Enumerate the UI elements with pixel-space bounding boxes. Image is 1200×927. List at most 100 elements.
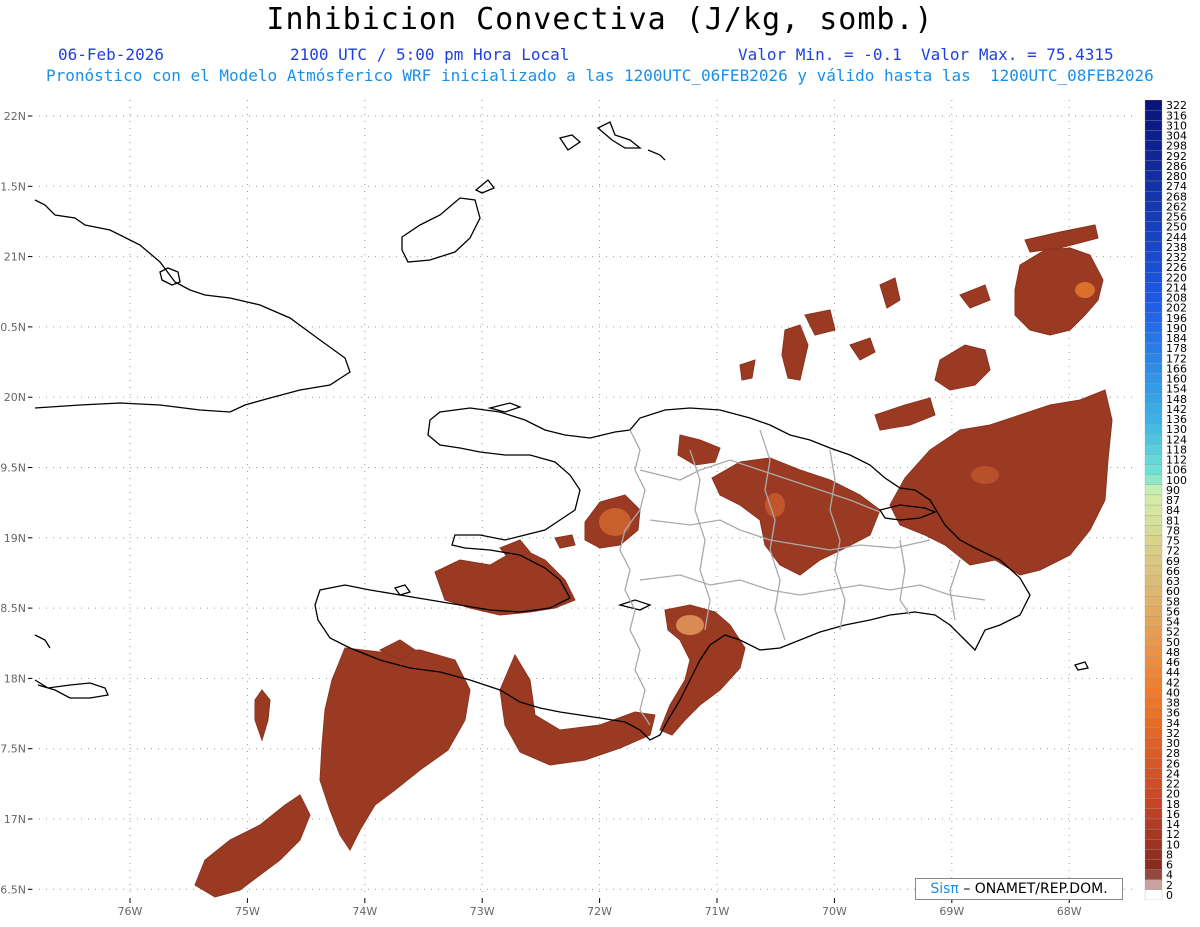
colorbar-swatch: [1144, 849, 1163, 860]
colorbar-swatch: [1144, 616, 1163, 627]
colorbar-swatch: [1144, 241, 1163, 253]
colorbar-swatch: [1144, 130, 1163, 141]
border-4: [689, 449, 711, 631]
colorbar-swatch: [1144, 454, 1163, 465]
colorbar-swatch: [1144, 758, 1163, 769]
credit-text: – ONAMET/REP.DOM.: [963, 881, 1108, 897]
colorbar-swatch: [1144, 859, 1163, 870]
colorbar-swatch: [1144, 332, 1163, 344]
lon-label: 75W: [235, 905, 260, 918]
colorbar-swatch: [1144, 302, 1163, 313]
coast-caicos-3: [647, 149, 666, 161]
cin-region-north-coast: [677, 434, 721, 466]
colorbar-swatch: [1144, 828, 1163, 840]
colorbar-swatch: [1144, 545, 1163, 556]
cin-region-central-dr: [711, 457, 881, 576]
lat-label: 19N: [4, 532, 26, 545]
lat-label: 18N: [4, 672, 26, 685]
colorbar-swatch: [1144, 474, 1163, 485]
border-haiti-dr: [619, 429, 651, 726]
lat-label: 17N: [4, 813, 26, 826]
colorbar-swatch: [1144, 150, 1163, 161]
colorbar-swatch: [1144, 687, 1163, 698]
colorbar-swatch: [1144, 170, 1163, 182]
cin-region-ne-blob2: [781, 324, 809, 381]
colorbar-swatch: [1144, 515, 1163, 526]
coast-great-inagua: [401, 197, 481, 263]
colorbar-swatch: [1144, 423, 1163, 435]
colorbar-swatch: [1144, 504, 1163, 516]
lat-label: 21N: [4, 251, 26, 264]
coast-cuba: [34, 199, 351, 413]
cin-highlight-central: [765, 493, 785, 517]
lat-label: 8.5N: [0, 602, 26, 615]
colorbar-swatch: [1144, 100, 1163, 111]
cin-region-ne-blob3: [804, 309, 836, 336]
lon-label: 76W: [118, 905, 143, 918]
coast-lake: [617, 599, 652, 611]
lat-label: 1.5N: [0, 180, 26, 193]
colorbar-swatch: [1144, 585, 1163, 597]
coast-jamaica: [34, 679, 109, 699]
coast-jamaica-w: [34, 634, 51, 649]
colorbar-swatch: [1144, 231, 1163, 242]
coast-caicos-1: [558, 134, 582, 151]
colorbar-swatch: [1144, 555, 1163, 566]
colorbar-swatch: [1144, 646, 1163, 658]
colorbar-swatch: [1144, 342, 1163, 354]
lat-label: 6.5N: [0, 883, 26, 896]
colorbar-swatch: [1144, 768, 1163, 779]
lat-label: 7.5N: [0, 743, 26, 756]
cin-region-south-arc: [499, 653, 656, 766]
colorbar-swatch: [1144, 596, 1163, 607]
colorbar-swatch: [1144, 484, 1163, 496]
colorbar-swatch: [1144, 292, 1163, 303]
colorbar: 3223163103042982922862802742682622562502…: [1144, 100, 1187, 900]
colorbar-label: 0: [1166, 889, 1173, 900]
longitude-labels: 76W 75W 74W 73W 72W 71W 70W 69W 68W: [118, 898, 1082, 918]
colorbar-swatch: [1144, 160, 1163, 172]
colorbar-swatch: [1144, 879, 1163, 891]
lat-label: 20N: [4, 391, 26, 404]
cin-region-ne-blob4: [739, 359, 756, 381]
colorbar-swatch: [1144, 666, 1163, 678]
cin-region-sw-strip: [254, 689, 271, 742]
cin-highlight-east: [971, 466, 999, 484]
colorbar-swatch: [1144, 201, 1163, 212]
colorbar-swatch: [1144, 383, 1163, 394]
colorbar-labels: 3223163103042982922862802742682622562502…: [1166, 100, 1187, 900]
colorbar-swatch: [1144, 140, 1163, 151]
latitude-labels: 22N 1.5N 21N 0.5N 20N 9.5N 19N 8.5N 18N 7.5N 17N 6.…: [0, 110, 32, 896]
colorbar-swatch: [1144, 737, 1163, 749]
colorbar-swatch: [1144, 575, 1163, 587]
colorbar-swatch: [1144, 535, 1163, 546]
cin-highlight-ne: [1075, 282, 1095, 298]
colorbar-swatch: [1144, 109, 1163, 121]
colorbar-swatch: [1144, 282, 1163, 293]
colorbar-swatch: [1144, 413, 1163, 425]
cin-region-east-blob2: [874, 397, 936, 431]
colorbar-swatch: [1144, 403, 1163, 415]
colorbar-swatch: [1144, 444, 1163, 455]
colorbar-swatch: [1144, 322, 1163, 334]
cin-highlight-south: [676, 615, 704, 635]
colorbar-swatch: [1144, 221, 1163, 232]
cin-highlight-haiti: [599, 508, 631, 536]
coast-gonave: [393, 584, 412, 596]
lon-label: 73W: [470, 905, 495, 918]
colorbar-swatch: [1144, 120, 1163, 131]
border-3: [639, 574, 986, 601]
colorbar-swatch: [1144, 373, 1163, 384]
colorbar-swatch: [1144, 727, 1163, 739]
colorbar-swatch: [1144, 272, 1163, 283]
colorbar-swatch: [1144, 869, 1163, 880]
colorbar-swatch: [1144, 494, 1163, 506]
colorbar-swatch: [1144, 677, 1163, 688]
border-7: [899, 539, 911, 616]
lat-label: 22N: [4, 110, 26, 123]
colorbar-swatch: [1144, 180, 1163, 192]
cin-region-ne-blob7: [1024, 224, 1099, 253]
colorbar-swatch: [1144, 190, 1163, 202]
credit-box: Sisπ – ONAMET/REP.DOM.: [915, 878, 1123, 900]
coast-saona: [1074, 661, 1089, 671]
